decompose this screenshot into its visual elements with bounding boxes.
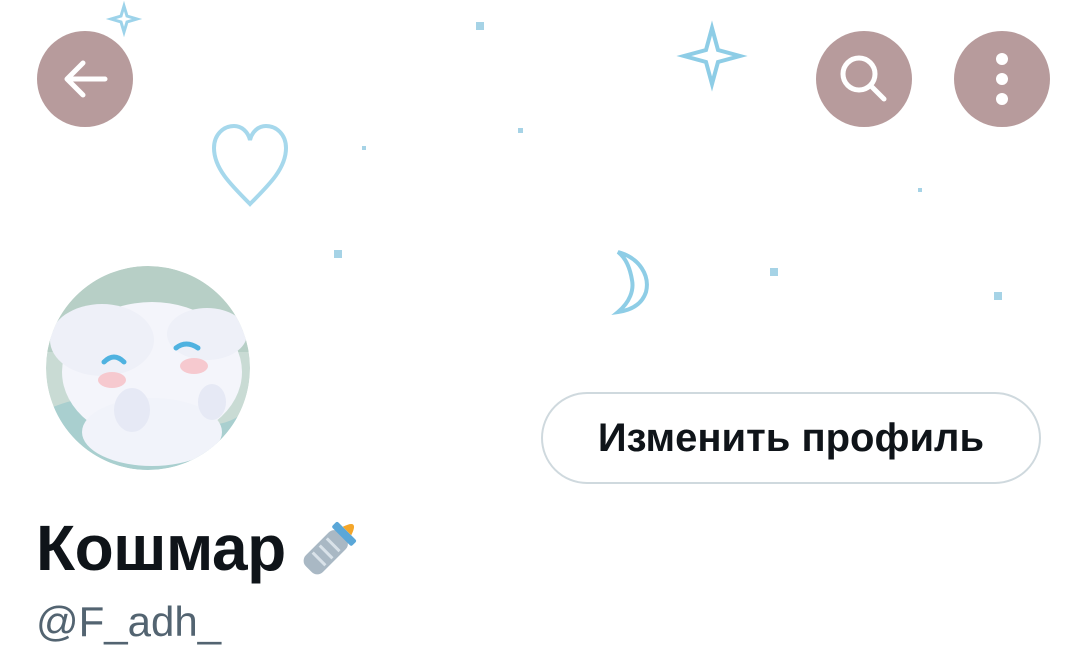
arrow-left-icon: [64, 60, 108, 98]
baby-bottle-icon: [303, 521, 356, 575]
more-vertical-icon: [996, 53, 1008, 105]
sparkle-icon: [676, 20, 748, 92]
user-handle: @F_adh_: [36, 598, 222, 645]
search-icon: [840, 55, 887, 102]
profile-screen: Изменить профиль Кошмар @F_adh_: [0, 0, 1080, 669]
name-row: Кошмар: [36, 508, 370, 588]
edit-profile-button[interactable]: Изменить профиль: [541, 392, 1041, 484]
display-name: Кошмар: [36, 512, 286, 584]
crescent-moon-icon: [611, 250, 649, 315]
avatar[interactable]: [42, 262, 254, 474]
search-button[interactable]: [816, 31, 912, 127]
cinnamoroll-avatar: [42, 262, 254, 474]
heart-outline-icon: [211, 123, 289, 207]
more-options-button[interactable]: [954, 31, 1050, 127]
sparkle-icon: [105, 0, 143, 38]
back-button[interactable]: [37, 31, 133, 127]
